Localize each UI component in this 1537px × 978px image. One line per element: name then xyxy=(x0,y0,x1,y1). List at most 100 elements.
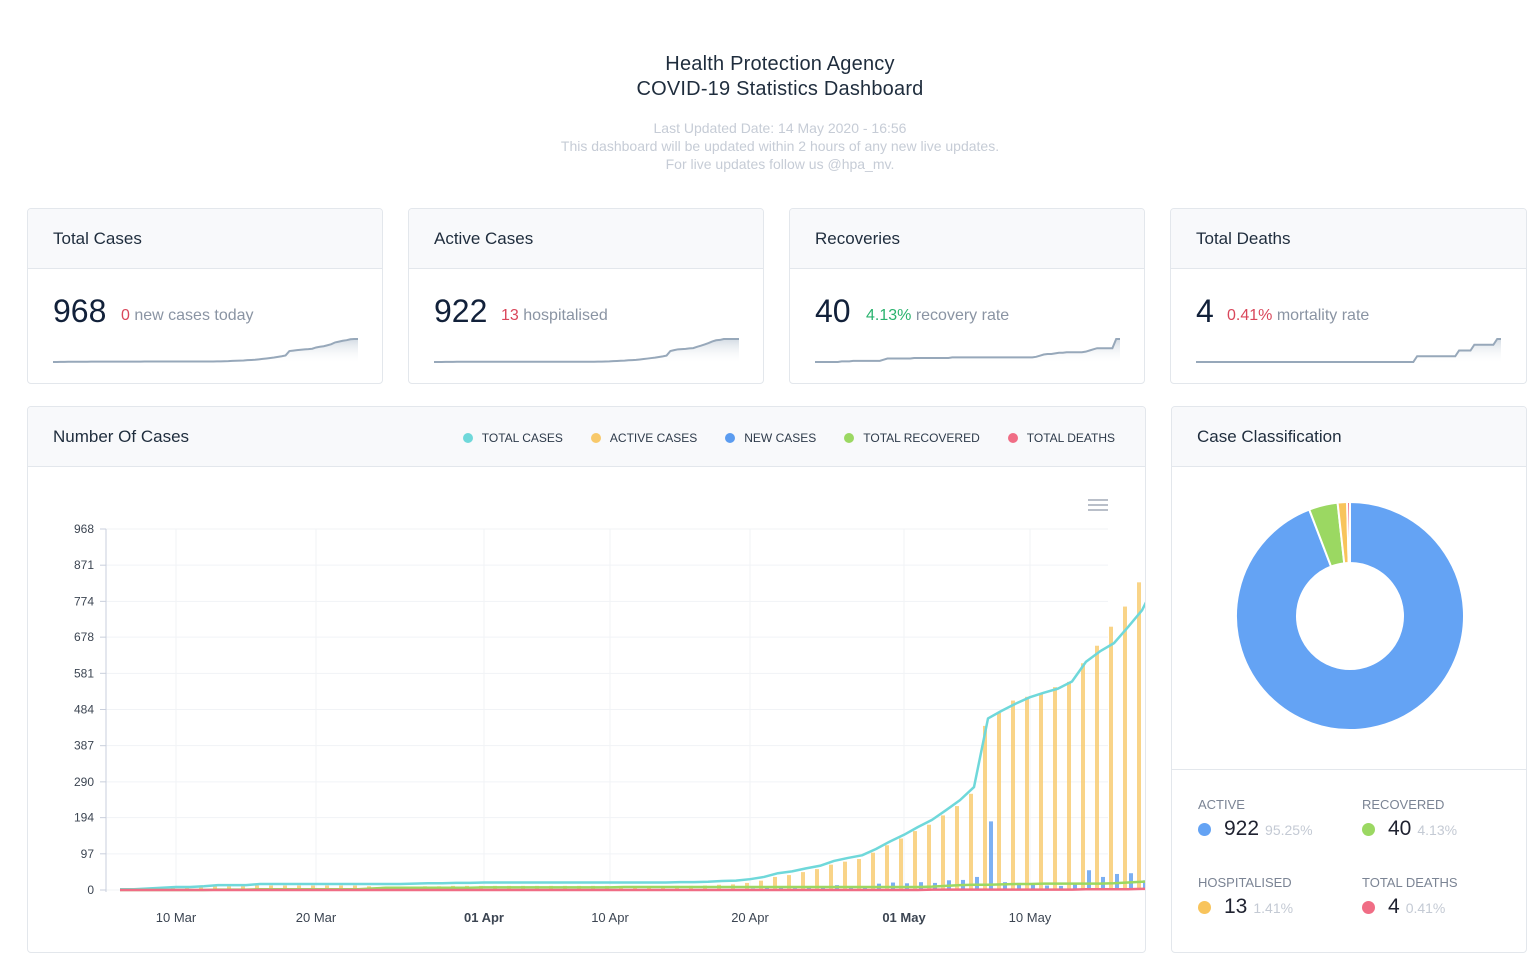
classification-item-recovered: RECOVERED 40 4.13% xyxy=(1362,797,1457,841)
classification-label: RECOVERED xyxy=(1362,797,1445,812)
bar-active-cases xyxy=(885,845,889,890)
stat-note-text: recovery rate xyxy=(915,307,1010,324)
y-tick-label: 581 xyxy=(74,666,94,680)
sparkline xyxy=(1196,338,1501,364)
chart-legend: TOTAL CASES ACTIVE CASES NEW CASES TOTAL… xyxy=(435,431,1115,445)
classification-label: TOTAL DEATHS xyxy=(1362,875,1458,890)
sparkline-area xyxy=(53,339,358,364)
bar-active-cases xyxy=(843,861,847,890)
bar-active-cases xyxy=(1025,696,1029,890)
legend-dot xyxy=(1198,901,1211,914)
legend-dot xyxy=(1007,433,1018,443)
y-tick-label: 678 xyxy=(74,630,94,644)
x-tick-label: 10 May xyxy=(1009,910,1052,925)
bar-active-cases xyxy=(913,831,917,890)
legend-item-active-cases[interactable]: ACTIVE CASES xyxy=(590,431,698,445)
stat-note: 0.41% mortality rate xyxy=(1227,307,1369,325)
bar-active-cases xyxy=(983,725,987,890)
classification-percent: 0.41% xyxy=(1405,900,1446,916)
sparkline xyxy=(815,338,1120,364)
bar-new-cases xyxy=(975,876,979,890)
classification-label: HOSPITALISED xyxy=(1198,875,1292,890)
stat-card-title: Recoveries xyxy=(790,209,1144,269)
x-tick-label: 10 Mar xyxy=(156,910,197,925)
x-tick-label: 20 Apr xyxy=(731,910,769,925)
bar-active-cases xyxy=(857,859,861,890)
x-tick-label: 10 Apr xyxy=(591,910,629,925)
stat-value: 922 xyxy=(434,293,488,329)
stat-card-title: Total Cases xyxy=(28,209,382,269)
bar-active-cases xyxy=(927,824,931,890)
y-tick-label: 290 xyxy=(74,775,94,789)
stat-highlight: 0 xyxy=(121,307,130,324)
legend-dot xyxy=(590,433,601,443)
last-updated: Last Updated Date: 14 May 2020 - 16:56 xyxy=(653,120,907,136)
y-tick-label: 774 xyxy=(74,594,94,608)
stat-note: 0 new cases today xyxy=(121,307,254,325)
sparkline-area xyxy=(1196,339,1501,364)
y-tick-label: 97 xyxy=(81,847,95,861)
stat-note-text: mortality rate xyxy=(1276,307,1370,324)
legend-item-new-cases[interactable]: NEW CASES xyxy=(725,431,816,445)
legend-label: TOTAL CASES xyxy=(481,431,563,445)
bar-new-cases xyxy=(1087,870,1091,890)
bar-new-cases xyxy=(989,821,993,890)
classification-item-active: ACTIVE 922 95.25% xyxy=(1198,797,1313,841)
cases-chart-panel: Number Of Cases TOTAL CASES ACTIVE CASES… xyxy=(27,406,1146,953)
x-tick-label: 01 May xyxy=(882,910,926,925)
bar-active-cases xyxy=(899,838,903,890)
stat-note-text: new cases today xyxy=(134,307,254,324)
legend-dot xyxy=(725,433,736,443)
bar-active-cases xyxy=(1067,681,1071,890)
agency-title: Health Protection Agency xyxy=(665,53,895,75)
stat-card-active-cases: Active Cases 922 13 hospitalised xyxy=(408,208,764,384)
legend-label: TOTAL DEATHS xyxy=(1026,431,1115,445)
legend-label: ACTIVE CASES xyxy=(609,431,698,445)
x-tick-label: 20 Mar xyxy=(296,910,337,925)
y-tick-label: 194 xyxy=(74,811,94,825)
legend-label: TOTAL RECOVERED xyxy=(863,431,980,445)
x-tick-label: 01 Apr xyxy=(464,910,504,925)
legend-item-total-deaths[interactable]: TOTAL DEATHS xyxy=(1007,431,1115,445)
legend-dot xyxy=(1362,901,1375,914)
y-tick-label: 484 xyxy=(74,703,94,717)
stat-card-title: Active Cases xyxy=(409,209,763,269)
cases-chart: 0 97 194 290 387 484 581 678 774 871 968 10 Mar 20 M… xyxy=(74,522,1145,925)
classification-item-hospitalised: HOSPITALISED 13 1.41% xyxy=(1198,875,1293,919)
stat-highlight: 0.41% xyxy=(1227,307,1273,324)
stat-card-total-cases: Total Cases 968 0 new cases today xyxy=(27,208,383,384)
case-classification-title: Case Classification xyxy=(1172,407,1526,467)
case-classification-panel: Case Classification ACTIVE 922 95.25% RE… xyxy=(1171,406,1527,953)
stat-note-text: hospitalised xyxy=(523,307,608,324)
dashboard-title: COVID-19 Statistics Dashboard xyxy=(636,78,924,100)
bar-active-cases xyxy=(1081,663,1085,890)
bar-active-cases xyxy=(997,712,1001,890)
stat-card-recoveries: Recoveries 40 4.13% recovery rate xyxy=(789,208,1145,384)
legend-dot xyxy=(1198,823,1211,836)
follow-note: For live updates follow us @hpa_mv. xyxy=(665,156,895,172)
donut-slice-deaths[interactable] xyxy=(1346,500,1351,565)
update-note: This dashboard will be updated within 2 … xyxy=(560,138,1000,154)
stat-note: 4.13% recovery rate xyxy=(866,307,1009,325)
bar-active-cases xyxy=(1137,582,1141,890)
classification-item-total-deaths: TOTAL DEATHS 4 0.41% xyxy=(1362,875,1458,919)
y-tick-label: 387 xyxy=(74,739,94,753)
classification-value: 4 xyxy=(1388,895,1400,918)
bar-active-cases xyxy=(871,852,875,890)
stat-value: 4 xyxy=(1196,293,1214,329)
legend-dot xyxy=(844,433,855,443)
stat-card-total-deaths: Total Deaths 4 0.41% mortality rate xyxy=(1170,208,1527,384)
legend-dot xyxy=(462,433,473,443)
classification-value: 13 xyxy=(1224,895,1248,918)
stat-highlight: 4.13% xyxy=(866,307,912,324)
legend-item-total-cases[interactable]: TOTAL CASES xyxy=(462,431,563,445)
sparkline-area xyxy=(434,339,739,364)
legend-item-total-recovered[interactable]: TOTAL RECOVERED xyxy=(844,431,980,445)
classification-donut-chart xyxy=(1235,500,1465,731)
y-tick-label: 871 xyxy=(74,558,94,572)
y-tick-label: 0 xyxy=(87,883,94,897)
bar-active-cases xyxy=(759,880,763,890)
bar-active-cases xyxy=(941,815,945,890)
y-tick-label: 968 xyxy=(74,522,94,536)
page-header: Health Protection Agency COVID-19 Statis… xyxy=(0,52,1537,173)
